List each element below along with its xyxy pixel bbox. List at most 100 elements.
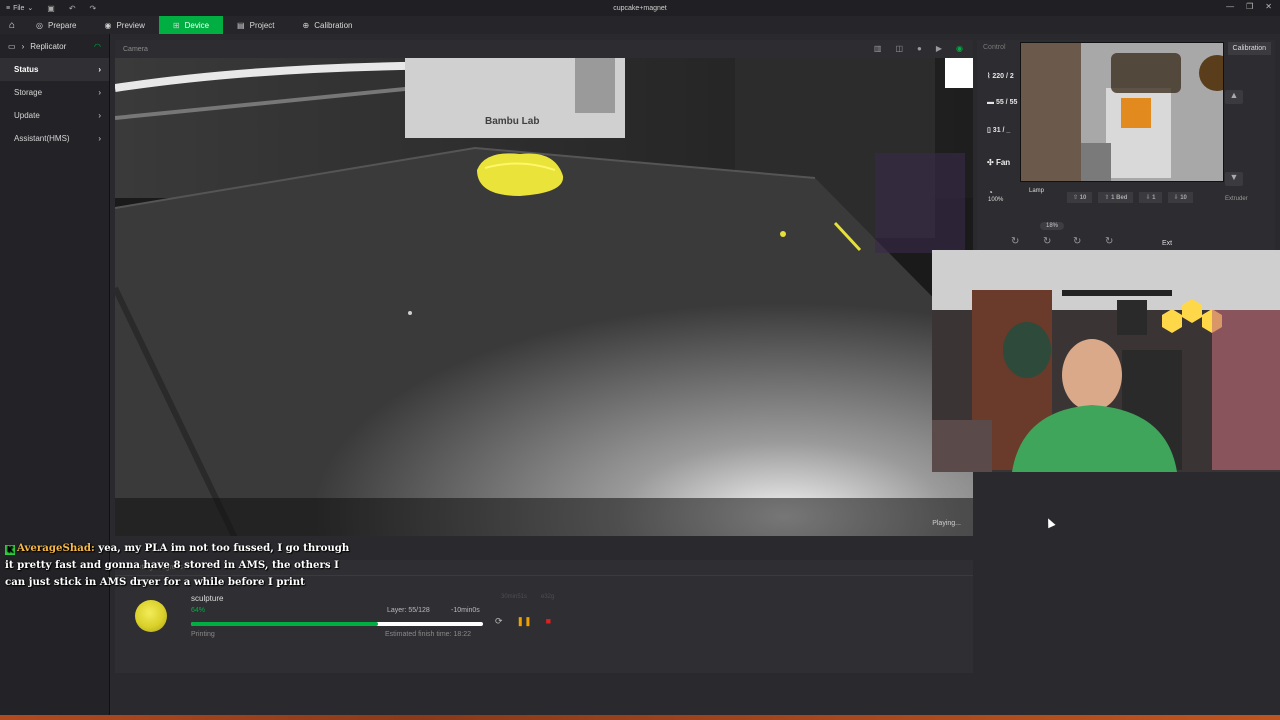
sidebar-item-hms[interactable]: Assistant(HMS) ›	[0, 127, 109, 150]
speed-control[interactable]: ◔ 100%	[988, 188, 1003, 203]
streamer-webcam-image	[932, 250, 1280, 472]
sidebar-item-label: Status	[14, 65, 39, 74]
speed-chip[interactable]: 18%	[1040, 222, 1065, 230]
stream-chat-message: K AverageShad: yea, my PLA im not too fus…	[5, 542, 350, 588]
control-tab[interactable]: Control	[983, 44, 1006, 51]
chevron-right-icon: ›	[98, 111, 101, 120]
progress-bar	[191, 622, 483, 626]
jog-up-10[interactable]: ⇧ 10	[1067, 192, 1093, 203]
tab-bar: ⌂ ◎ Prepare ◉ Preview ⊞ Device ▤ Project…	[0, 16, 1280, 34]
finish-time: Estimated finish time: 18:22	[385, 631, 471, 638]
save-icon[interactable]: ▣	[47, 4, 55, 13]
lamp-toggle[interactable]: Lamp	[1029, 188, 1044, 194]
timelapse-icon[interactable]: ◫	[895, 44, 903, 53]
window-title: cupcake+magnet	[613, 4, 667, 12]
tab-label: Prepare	[47, 20, 77, 30]
redo-icon[interactable]: ↷	[90, 4, 97, 13]
sidebar-item-label: Update	[14, 111, 40, 120]
tab-device[interactable]: ⊞ Device	[158, 16, 224, 34]
sd-card-icon[interactable]: ▥	[874, 44, 882, 53]
job-name: sculpture	[191, 594, 224, 603]
sidebar-item-storage[interactable]: Storage ›	[0, 81, 109, 104]
printer-brand-label: Bambu Lab	[485, 116, 539, 127]
rotate-icon[interactable]: ↻	[1011, 236, 1019, 247]
bed-temperature[interactable]: ▬ 55 / 55	[987, 99, 1017, 106]
chamber-temperature[interactable]: ▯ 31 / _	[987, 126, 1010, 134]
pause-icon[interactable]: ❚❚	[517, 616, 532, 627]
project-icon: ▤	[237, 20, 245, 30]
room-camera-overlay	[1020, 42, 1224, 182]
bed-jog-controls: ⇧ 10 ⇧ 1 Bed ⇩ 1 ⇩ 10	[1067, 192, 1193, 203]
camera-live-icon[interactable]: ◉	[956, 44, 963, 53]
tab-project[interactable]: ▤ Project	[223, 16, 288, 34]
tab-calibration[interactable]: ⊕ Calibration	[289, 16, 367, 34]
calibration-icon: ⊕	[302, 20, 310, 30]
device-icon: ⊞	[172, 20, 180, 30]
undo-icon[interactable]: ↶	[69, 4, 76, 13]
record-icon[interactable]: ●	[917, 44, 922, 53]
printer-name: Replicator	[30, 41, 67, 51]
tab-label: Device	[184, 20, 210, 30]
chevron-down-icon: ⌄	[27, 5, 34, 12]
refresh-icon[interactable]: ⟳	[495, 616, 503, 627]
wifi-icon: ◠	[94, 41, 101, 51]
ext-label: Ext	[1162, 240, 1173, 247]
bed-icon: ▬	[987, 99, 996, 106]
prepare-icon: ◎	[36, 20, 43, 30]
sidebar-item-status[interactable]: Status ›	[0, 58, 109, 81]
camera-header: Camera ▥ ◫ ● ▶ ◉	[115, 40, 973, 58]
streamer-webcam-overlay	[932, 250, 1280, 472]
printed-part	[477, 153, 564, 196]
stop-icon[interactable]: ■	[546, 616, 551, 627]
camera-label: Camera	[123, 45, 148, 53]
home-icon[interactable]: ⌂	[0, 20, 22, 31]
tab-prepare[interactable]: ◎ Prepare	[22, 16, 90, 34]
printer-camera-image: Bambu Lab	[115, 58, 973, 536]
svg-text:Bambu Lab: Bambu Lab	[485, 116, 539, 127]
title-bar: ≡ File ⌄ ▣ ↶ ↷ cupcake+magnet — ❐ ✕	[0, 0, 1280, 16]
room-camera-image	[1021, 43, 1223, 181]
chevron-right-icon: ›	[21, 41, 25, 51]
nozzle-temperature[interactable]: ⌇ 220 / 2	[987, 72, 1014, 80]
rotate-icon[interactable]: ↻	[1073, 236, 1081, 247]
close-icon[interactable]: ✕	[1265, 2, 1272, 11]
tab-label: Calibration	[314, 20, 353, 30]
job-extra-weight: e32g	[541, 594, 555, 600]
extruder-down-icon[interactable]: ▼	[1225, 172, 1243, 186]
progress-bar-fill	[191, 622, 378, 626]
sidebar-item-update[interactable]: Update ›	[0, 104, 109, 127]
desktop-background-strip	[0, 715, 1280, 720]
chevron-right-icon: ›	[98, 65, 101, 74]
jog-down-10[interactable]: ⇩ 10	[1167, 192, 1193, 203]
jog-up-1[interactable]: ⇧ 1 Bed	[1098, 192, 1134, 203]
layer-count: Layer: 55/128	[387, 607, 430, 614]
sidebar-item-label: Assistant(HMS)	[14, 134, 70, 143]
job-thumbnail	[135, 600, 167, 632]
jog-down-1[interactable]: ⇩ 1	[1139, 192, 1162, 203]
restore-icon[interactable]: ❐	[1246, 2, 1253, 11]
file-menu[interactable]: ≡ File ⌄	[0, 4, 34, 13]
rotate-icon[interactable]: ↻	[1105, 236, 1113, 247]
chevron-right-icon: ›	[98, 88, 101, 97]
minimize-icon[interactable]: —	[1226, 2, 1234, 11]
progress-percent: 64%	[191, 607, 206, 614]
chat-badge-icon: K	[5, 545, 15, 555]
hamburger-icon: ≡	[6, 4, 11, 12]
calibration-tab[interactable]: Calibration	[1227, 42, 1271, 55]
speed-icon: ◔	[988, 188, 993, 197]
tab-preview[interactable]: ◉ Preview	[90, 16, 158, 34]
tab-label: Project	[249, 20, 275, 30]
extruder-label: Extruder	[1225, 196, 1248, 202]
tab-label: Preview	[116, 20, 145, 30]
video-icon[interactable]: ▶	[936, 44, 942, 53]
extruder-up-icon[interactable]: ▲	[1225, 90, 1243, 104]
playing-status: Playing...	[932, 520, 961, 527]
chat-username: AverageShad	[17, 542, 91, 554]
fan-control[interactable]: ✣ Fan	[987, 158, 1010, 167]
printer-selector[interactable]: ▭ › Replicator ◠	[0, 34, 109, 58]
printer-icon: ▭	[8, 41, 16, 51]
app-window: ≡ File ⌄ ▣ ↶ ↷ cupcake+magnet — ❐ ✕ ⌂ ◎ …	[0, 0, 1280, 720]
rotate-icon[interactable]: ↻	[1043, 236, 1051, 247]
job-extra-time: 30min51s	[501, 594, 528, 600]
fan-icon: ✣	[987, 158, 996, 167]
